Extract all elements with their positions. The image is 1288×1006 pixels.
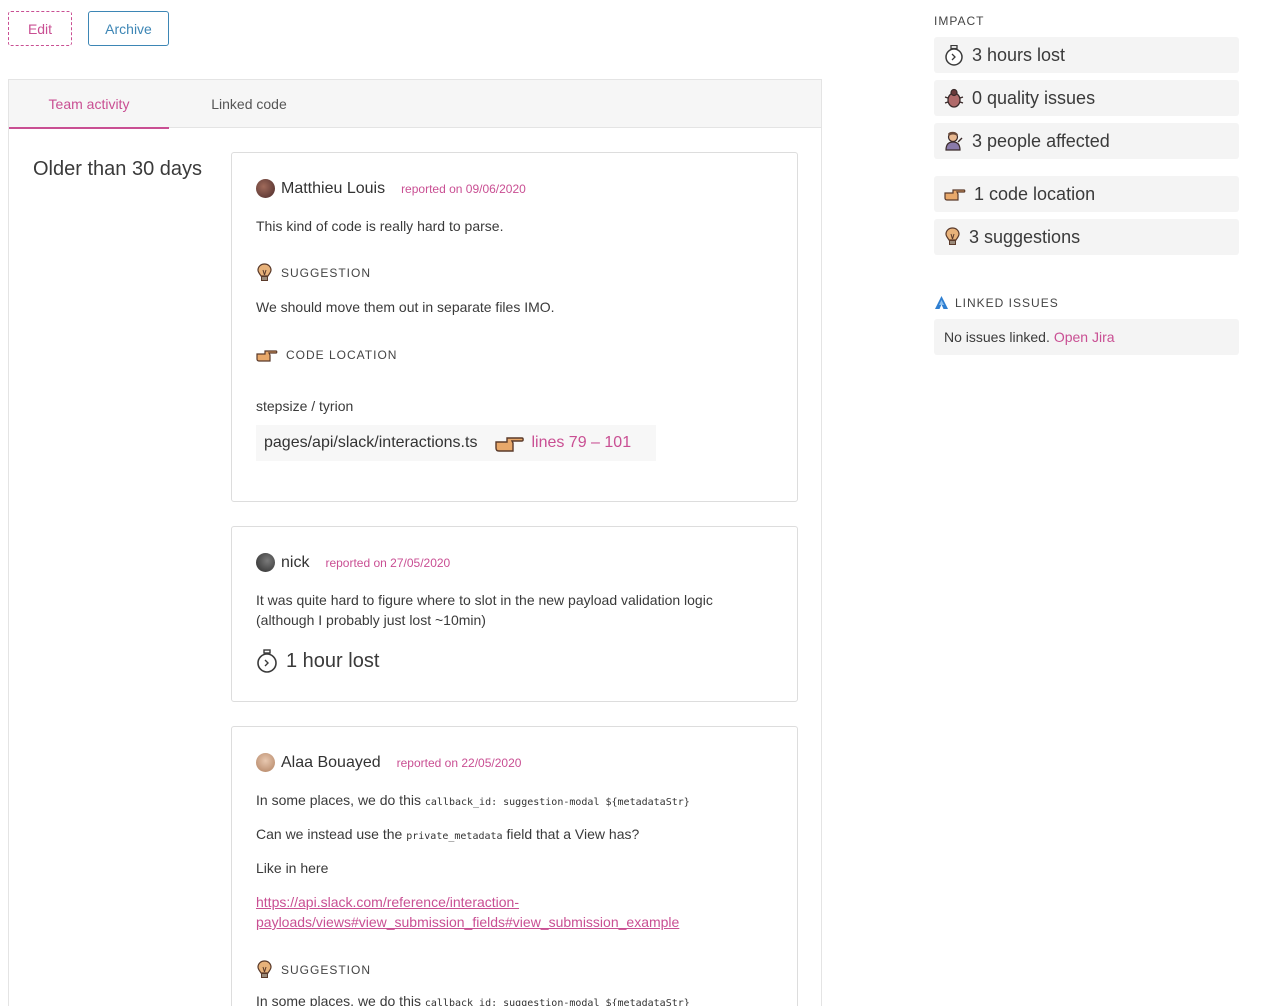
suggestion-text: We should move them out in separate file… bbox=[256, 299, 555, 315]
suggestion-text: In some places, we do this callback_id: … bbox=[256, 991, 690, 1006]
edit-button[interactable]: Edit bbox=[8, 11, 72, 46]
bug-icon bbox=[944, 88, 964, 108]
author-row: Alaa Bouayed reported on 22/05/2020 bbox=[256, 753, 521, 772]
tab-linked-code[interactable]: Linked code bbox=[169, 80, 329, 128]
comment-text: This kind of code is really hard to pars… bbox=[256, 218, 504, 234]
comment-paragraph: Can we instead use the private_metadata … bbox=[256, 826, 640, 842]
author-row: nick reported on 27/05/2020 bbox=[256, 553, 450, 572]
suggestion-label: SUGGESTION bbox=[281, 266, 372, 280]
line-range-link[interactable]: lines 79 – 101 bbox=[531, 434, 631, 452]
suggestion-label-row: SUGGESTION bbox=[256, 263, 371, 283]
comment-text: It was quite hard to figure where to slo… bbox=[256, 592, 713, 608]
linked-issues-label-row: LINKED ISSUES bbox=[934, 295, 1059, 310]
avatar[interactable] bbox=[256, 179, 275, 198]
linked-issues-label: LINKED ISSUES bbox=[955, 295, 1059, 310]
author-name[interactable]: nick bbox=[281, 554, 309, 572]
activity-card: Alaa Bouayed reported on 22/05/2020 In s… bbox=[231, 726, 798, 1006]
reported-date: reported on 09/06/2020 bbox=[401, 181, 526, 196]
lightbulb-icon bbox=[257, 960, 272, 978]
suggestion-label-row: SUGGESTION bbox=[256, 960, 371, 980]
metric-hours-lost: 3 hours lost bbox=[934, 37, 1239, 73]
activity-card: nick reported on 27/05/2020 It was quite… bbox=[231, 526, 798, 702]
avatar[interactable] bbox=[256, 553, 275, 572]
activity-panel: Team activity Linked code Older than 30 … bbox=[8, 79, 822, 1006]
stopwatch-icon bbox=[945, 44, 963, 66]
time-lost: 1 hour lost bbox=[256, 649, 379, 673]
pointing-hand-icon bbox=[256, 350, 278, 362]
jira-icon bbox=[935, 296, 948, 309]
linked-issues-box: No issues linked. Open Jira bbox=[934, 319, 1239, 355]
metric-suggestions: 3 suggestions bbox=[934, 219, 1239, 255]
stopwatch-icon bbox=[257, 649, 277, 673]
tab-bar: Team activity Linked code bbox=[9, 80, 821, 129]
metric-people-affected: 3 people affected bbox=[934, 123, 1239, 159]
comment-paragraph: Like in here bbox=[256, 860, 329, 876]
open-jira-link[interactable]: Open Jira bbox=[1054, 329, 1115, 345]
comment-text: (although I probably just lost ~10min) bbox=[256, 612, 486, 628]
no-issues-text: No issues linked. bbox=[944, 329, 1050, 345]
reported-date: reported on 22/05/2020 bbox=[396, 755, 522, 770]
avatar[interactable] bbox=[256, 753, 275, 772]
lightbulb-icon bbox=[945, 227, 960, 245]
code-location-label-row: CODE LOCATION bbox=[256, 347, 397, 363]
impact-label: IMPACT bbox=[934, 14, 985, 28]
reference-link[interactable]: https://api.slack.com/reference/interact… bbox=[256, 892, 679, 932]
metric-quality-issues: 0 quality issues bbox=[934, 80, 1239, 116]
inline-code: callback_id: suggestion-modal ${metadata… bbox=[424, 797, 690, 808]
author-name[interactable]: Alaa Bouayed bbox=[281, 754, 381, 772]
time-lost-text: 1 hour lost bbox=[286, 649, 380, 672]
author-row: Matthieu Louis reported on 09/06/2020 bbox=[256, 179, 526, 198]
comment-paragraph: In some places, we do this callback_id: … bbox=[256, 792, 690, 808]
metric-code-location: 1 code location bbox=[934, 176, 1239, 212]
archive-button[interactable]: Archive bbox=[88, 11, 169, 46]
file-path[interactable]: pages/api/slack/interactions.ts bbox=[264, 434, 477, 452]
tab-team-activity[interactable]: Team activity bbox=[9, 80, 169, 129]
repo-path[interactable]: stepsize / tyrion bbox=[256, 396, 353, 416]
author-name[interactable]: Matthieu Louis bbox=[281, 180, 385, 198]
inline-code: private_metadata bbox=[406, 831, 503, 842]
reported-date: reported on 27/05/2020 bbox=[325, 555, 451, 570]
lightbulb-icon bbox=[257, 263, 272, 281]
section-title: Older than 30 days bbox=[33, 158, 202, 180]
inline-code: callback_id: suggestion-modal ${metadata… bbox=[424, 998, 690, 1006]
activity-card: Matthieu Louis reported on 09/06/2020 Th… bbox=[231, 152, 798, 502]
pointing-hand-icon bbox=[944, 189, 966, 201]
code-location-box[interactable]: pages/api/slack/interactions.ts lines 79… bbox=[256, 425, 656, 461]
suggestion-label: SUGGESTION bbox=[281, 963, 372, 977]
code-location-label: CODE LOCATION bbox=[286, 348, 398, 362]
pointing-hand-icon bbox=[495, 437, 525, 452]
person-icon bbox=[945, 131, 963, 151]
